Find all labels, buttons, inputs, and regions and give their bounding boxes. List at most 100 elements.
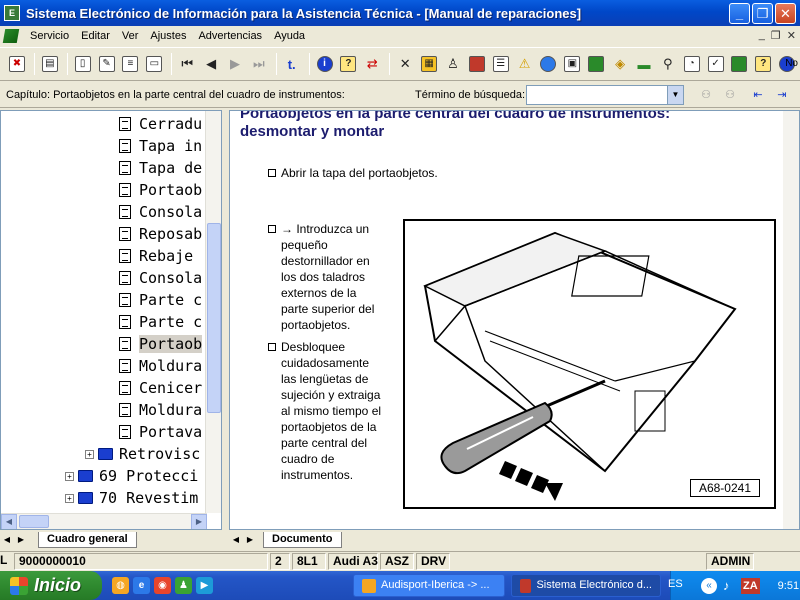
tree-scroll-thumb[interactable] (207, 223, 221, 413)
tree-item[interactable]: Consola (119, 201, 202, 223)
quicklaunch-folder-icon[interactable]: ◍ (112, 577, 129, 594)
quicklaunch-browser-icon[interactable]: ◉ (154, 577, 171, 594)
tree-item[interactable]: Cenicer (119, 377, 202, 399)
next-page-icon[interactable]: ▶ (224, 53, 246, 75)
tree-item[interactable]: Portaob (119, 333, 203, 355)
language-indicator[interactable]: ES (668, 578, 683, 590)
search-dropdown-icon[interactable]: ▼ (667, 86, 683, 104)
tools-icon[interactable]: ✕ (394, 53, 416, 75)
car-icon[interactable]: ▬ (633, 53, 655, 75)
doc-tab-prev-icon[interactable]: ◀ (229, 533, 243, 547)
vehicle-icon[interactable]: ▭ (143, 53, 165, 75)
zonealarm-icon[interactable]: ZA (741, 577, 760, 594)
warning-icon[interactable]: ⚠ (514, 53, 536, 75)
history-icon[interactable]: ◔ (681, 53, 703, 75)
task-audisport-label: Audisport-Iberica -> ... (381, 579, 490, 591)
quicklaunch-media-icon[interactable]: ▶ (196, 577, 213, 594)
last-page-icon[interactable]: ⏭ (248, 53, 270, 75)
close-button[interactable]: ✕ (775, 3, 796, 24)
expand-icon[interactable]: + (65, 493, 74, 503)
mdi-restore-button[interactable]: ❐ (771, 29, 781, 42)
menu-ayuda[interactable]: Ayuda (268, 30, 311, 42)
mdi-close-button[interactable]: ✕ (787, 29, 796, 42)
calculator-icon[interactable]: ▦ (418, 53, 440, 75)
info-icon[interactable]: i (314, 53, 336, 75)
disk-icon[interactable]: ▣ (561, 53, 583, 75)
task-audisport[interactable]: Audisport-Iberica -> ... (353, 574, 505, 597)
quicklaunch-messenger-icon[interactable]: ♟ (175, 577, 192, 594)
quicklaunch-ie-icon[interactable]: e (133, 577, 150, 594)
search-label: Término de búsqueda: (415, 89, 526, 101)
menu-advertencias[interactable]: Advertencias (192, 30, 268, 42)
menu-servicio[interactable]: Servicio (24, 30, 75, 42)
book-green-icon[interactable] (585, 53, 607, 75)
task-sistema[interactable]: Sistema Electrónico d... (511, 574, 661, 597)
tree-item[interactable]: Cerradu (119, 113, 202, 135)
volume-icon[interactable]: ♪ (723, 578, 739, 594)
tree-item[interactable]: Reposab (119, 223, 202, 245)
search-binoculars-icon[interactable]: ⚇ (696, 86, 716, 104)
tree-item[interactable]: Tapa in (119, 135, 202, 157)
document-icon (119, 337, 131, 351)
person-icon[interactable]: ♙ (442, 53, 464, 75)
checklist-icon[interactable]: ✓ (705, 53, 727, 75)
tab-cuadro-general[interactable]: Cuadro general (38, 532, 137, 548)
tree-book[interactable]: +69 Protecci (65, 465, 198, 487)
tree-item-label: Tapa de (139, 159, 203, 177)
menu-ajustes[interactable]: Ajustes (144, 30, 192, 42)
tab-documento[interactable]: Documento (263, 532, 342, 548)
expand-icon[interactable]: + (65, 471, 74, 481)
tree-item[interactable]: Moldura (119, 355, 202, 377)
first-page-icon[interactable]: ⏮ (176, 53, 198, 75)
tree-item[interactable]: Consola (119, 267, 202, 289)
tree-book[interactable]: +70 Revestim (65, 487, 198, 509)
scroll-right-icon[interactable]: ▶ (191, 514, 207, 529)
tree-vertical-scrollbar[interactable] (205, 111, 221, 513)
exit-icon[interactable]: ✖ (6, 53, 28, 75)
expand-icon[interactable]: + (85, 449, 94, 459)
book-red-icon[interactable] (466, 53, 488, 75)
document-help-icon[interactable]: ? (752, 53, 774, 75)
tree-item[interactable]: Rebaje (119, 245, 202, 267)
tab-prev-icon[interactable]: ◀ (0, 533, 14, 547)
tree-item[interactable]: Parte c (119, 289, 202, 311)
tree-item[interactable]: Moldura (119, 399, 202, 421)
mdi-minimize-button[interactable]: _ (759, 29, 765, 42)
tree-item[interactable]: Portaob (119, 179, 202, 201)
tag-icon[interactable]: ◈ (609, 53, 631, 75)
tree-item-label: Rebaje (139, 247, 203, 265)
tab-next-icon[interactable]: ▶ (14, 533, 28, 547)
tree-book[interactable]: + Retrovisc (85, 443, 200, 465)
pen-book-icon[interactable] (729, 53, 751, 75)
tree-item[interactable]: Portava (119, 421, 202, 443)
maximize-button[interactable]: ❐ (752, 3, 773, 24)
text-jump-icon[interactable]: t. (281, 53, 303, 75)
start-button[interactable]: Inicio (0, 571, 102, 600)
status-gearbox: DRV (416, 553, 450, 570)
search-prev-icon[interactable]: ⇤ (748, 86, 768, 104)
swap-icon[interactable]: ⇄ (361, 53, 383, 75)
tree-item[interactable]: Tapa de (119, 157, 202, 179)
help-icon[interactable]: ? (338, 53, 360, 75)
search-filter-icon[interactable]: ⚇ (720, 86, 740, 104)
edit-document-icon[interactable]: ✎ (96, 53, 118, 75)
tree-hscroll-thumb[interactable] (19, 515, 49, 528)
print-icon[interactable]: ▤ (39, 53, 61, 75)
tree-item[interactable]: Parte c (119, 311, 202, 333)
search-input[interactable]: ▼ (526, 85, 684, 105)
globe-icon[interactable] (538, 53, 560, 75)
menu-ver[interactable]: Ver (116, 30, 145, 42)
new-document-icon[interactable]: ▯ (72, 53, 94, 75)
menu-editar[interactable]: Editar (75, 30, 116, 42)
list-document-icon[interactable]: ☰ (490, 53, 512, 75)
tree-horizontal-scrollbar[interactable]: ◀ ▶ (1, 513, 207, 529)
search-person-icon[interactable]: ⚲ (657, 53, 679, 75)
previous-page-icon[interactable]: ◀ (200, 53, 222, 75)
doc-tab-next-icon[interactable]: ▶ (243, 533, 257, 547)
search-next-icon[interactable]: ⇥ (772, 86, 792, 104)
tray-expand-icon[interactable]: « (701, 577, 717, 594)
notes-icon[interactable]: ≡ (120, 53, 142, 75)
document-vertical-scrollbar[interactable] (783, 111, 799, 529)
minimize-button[interactable]: _ (729, 3, 750, 24)
scroll-left-icon[interactable]: ◀ (1, 514, 17, 529)
